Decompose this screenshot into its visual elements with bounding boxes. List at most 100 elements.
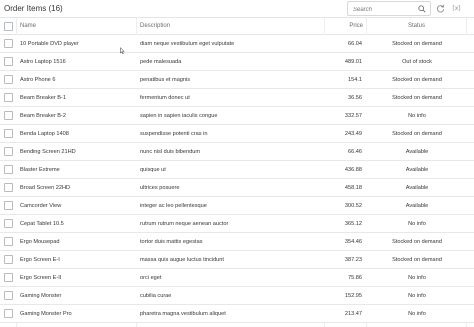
- table-row[interactable]: Camcorder View integer ac leo pellentesqu…: [0, 197, 474, 215]
- cell-description: integer ac leo pellentesque: [140, 203, 207, 209]
- cell-description: nunc nisl duis bibendum: [140, 149, 201, 155]
- cell-price: 243.49: [344, 131, 362, 137]
- row-checkbox[interactable]: [4, 273, 13, 282]
- cell-status: Available: [405, 167, 429, 173]
- cell-price: 387.23: [344, 257, 362, 263]
- cell-status: Stocked on demand: [392, 95, 442, 101]
- table-row[interactable]: Beam Breaker B-2 sapien in sapien iaculis…: [0, 107, 474, 125]
- cell-description: orci eget: [140, 275, 162, 281]
- row-checkbox[interactable]: [4, 129, 13, 138]
- row-checkbox[interactable]: [4, 309, 13, 318]
- cell-status: Stocked on demand: [392, 77, 442, 83]
- table-row[interactable]: Ergo Screen E-I massa quis augue luctus t…: [0, 251, 474, 269]
- cell-description: suspendisse potenti cras in: [140, 131, 208, 137]
- table-row[interactable]: Cepat Tablet 10.5 rutrum rutrum neque aen…: [0, 215, 474, 233]
- cell-name: Camcorder View: [20, 203, 62, 209]
- cell-price: 36.56: [348, 95, 362, 101]
- fullscreen-button[interactable]: [x]: [450, 2, 463, 15]
- row-checkbox[interactable]: [4, 147, 13, 156]
- row-checkbox[interactable]: [4, 219, 13, 228]
- cell-status: Stocked on demand: [392, 41, 442, 47]
- cell-status: Available: [405, 149, 429, 155]
- refresh-button[interactable]: [434, 2, 447, 15]
- cell-name: Bending Screen 21HD: [20, 149, 76, 155]
- table-row[interactable]: Broad Screen 22HD ultrices posuere 458.18 A…: [0, 179, 474, 197]
- cell-status: No info: [408, 113, 426, 119]
- table-header: Name Description Price Status: [0, 18, 474, 35]
- cell-price: 365.12: [344, 221, 362, 227]
- cell-price: 354.46: [344, 239, 362, 245]
- table-toolbar: Order Items (16) [x]: [0, 0, 474, 18]
- cell-description: sapien in sapien iaculis congue: [140, 113, 218, 119]
- row-checkbox[interactable]: [4, 183, 13, 192]
- cell-description: diam neque vestibulum eget vulputate: [140, 41, 235, 47]
- search-input[interactable]: [353, 5, 415, 14]
- row-checkbox[interactable]: [4, 39, 13, 48]
- cell-name: Beam Breaker B-2: [20, 113, 67, 119]
- cell-name: Gaming Monster Pro: [20, 311, 72, 317]
- table-row[interactable]: Astro Phone 6 penatibus et magnis 154.1 Sto…: [0, 71, 474, 89]
- cell-name: Ergo Screen E-I: [20, 257, 60, 263]
- cell-name: Ergo Screen E-II: [20, 275, 62, 281]
- search-icon[interactable]: [418, 5, 426, 13]
- cell-description: rutrum rutrum neque aenean auctor: [140, 221, 229, 227]
- cell-name: Cepat Tablet 10.5: [20, 221, 64, 227]
- column-header-description[interactable]: Description: [140, 23, 170, 29]
- cell-description: pharetra magna vestibulum aliquet: [140, 311, 226, 317]
- row-checkbox[interactable]: [4, 57, 13, 66]
- table-row[interactable]: Beam Breaker B-1 fermentum donec ut 36.56 S…: [0, 89, 474, 107]
- cell-name: Astro Laptop 1516: [20, 59, 66, 65]
- row-checkbox[interactable]: [4, 93, 13, 102]
- row-checkbox[interactable]: [4, 111, 13, 120]
- cell-description: ultrices posuere: [140, 185, 180, 191]
- cell-status: Out of stock: [402, 59, 432, 65]
- cell-description: cubilia curae: [140, 293, 172, 299]
- cell-price: 66.04: [348, 41, 362, 47]
- cell-status: No info: [408, 311, 426, 317]
- table-row[interactable]: Gaming Monster cubilia curae 152.95 No info: [0, 287, 474, 305]
- cell-description: penatibus et magnis: [140, 77, 191, 83]
- cell-description: massa quis augue luctus tincidunt: [140, 257, 224, 263]
- cell-price: 66.46: [348, 149, 362, 155]
- cell-name: Ergo Mousepad: [20, 239, 60, 245]
- cell-name: Blaster Extreme: [20, 167, 60, 173]
- table-row[interactable]: Bending Screen 21HD nunc nisl duis bibend…: [0, 143, 474, 161]
- column-header-price[interactable]: Price: [337, 23, 363, 29]
- cell-status: Available: [405, 203, 429, 209]
- cell-name: Gaming Monster: [20, 293, 62, 299]
- cell-status: Stocked on demand: [392, 131, 442, 137]
- cell-name: Astro Phone 6: [20, 77, 56, 83]
- mouse-cursor-icon: [120, 47, 125, 55]
- cell-description: quisque ut: [140, 167, 166, 173]
- table-row[interactable]: Benda Laptop 1408 suspendisse potenti cra…: [0, 125, 474, 143]
- table-row[interactable]: Astro Laptop 1516 pede malesuada 489.01 Out…: [0, 53, 474, 71]
- column-header-status[interactable]: Status: [408, 23, 425, 29]
- cell-price: 458.18: [344, 185, 362, 191]
- cell-price: 489.01: [344, 59, 362, 65]
- cell-price: 300.52: [344, 203, 362, 209]
- row-checkbox[interactable]: [4, 291, 13, 300]
- cell-status: No info: [408, 221, 426, 227]
- row-checkbox[interactable]: [4, 75, 13, 84]
- table-row[interactable]: Ergo Screen E-II orci eget 75.86 No info: [0, 269, 474, 287]
- row-checkbox[interactable]: [4, 255, 13, 264]
- cell-price: 436.88: [344, 167, 362, 173]
- cell-price: 154.1: [348, 77, 362, 83]
- row-checkbox[interactable]: [4, 201, 13, 210]
- table-row[interactable]: Gaming Monster Pro pharetra magna vestibu…: [0, 305, 474, 323]
- cell-price: 213.47: [344, 311, 362, 317]
- table-row[interactable]: Ergo Mousepad tortor duis mattis egestas 3…: [0, 233, 474, 251]
- table-row[interactable]: Blaster Extreme quisque ut 436.88 Available: [0, 161, 474, 179]
- table-row[interactable]: 10 Portable DVD player diam neque vestibu…: [0, 35, 474, 53]
- search-field[interactable]: [347, 1, 431, 16]
- refresh-icon: [436, 4, 445, 13]
- cell-status: Available: [405, 185, 429, 191]
- cell-status: No info: [408, 293, 426, 299]
- row-checkbox[interactable]: [4, 237, 13, 246]
- cell-description: tortor duis mattis egestas: [140, 239, 203, 245]
- column-header-name[interactable]: Name: [20, 23, 36, 29]
- row-checkbox[interactable]: [4, 165, 13, 174]
- cell-description: pede malesuada: [140, 59, 182, 65]
- select-all-checkbox[interactable]: [4, 22, 13, 31]
- cell-status: Stocked on demand: [392, 257, 442, 263]
